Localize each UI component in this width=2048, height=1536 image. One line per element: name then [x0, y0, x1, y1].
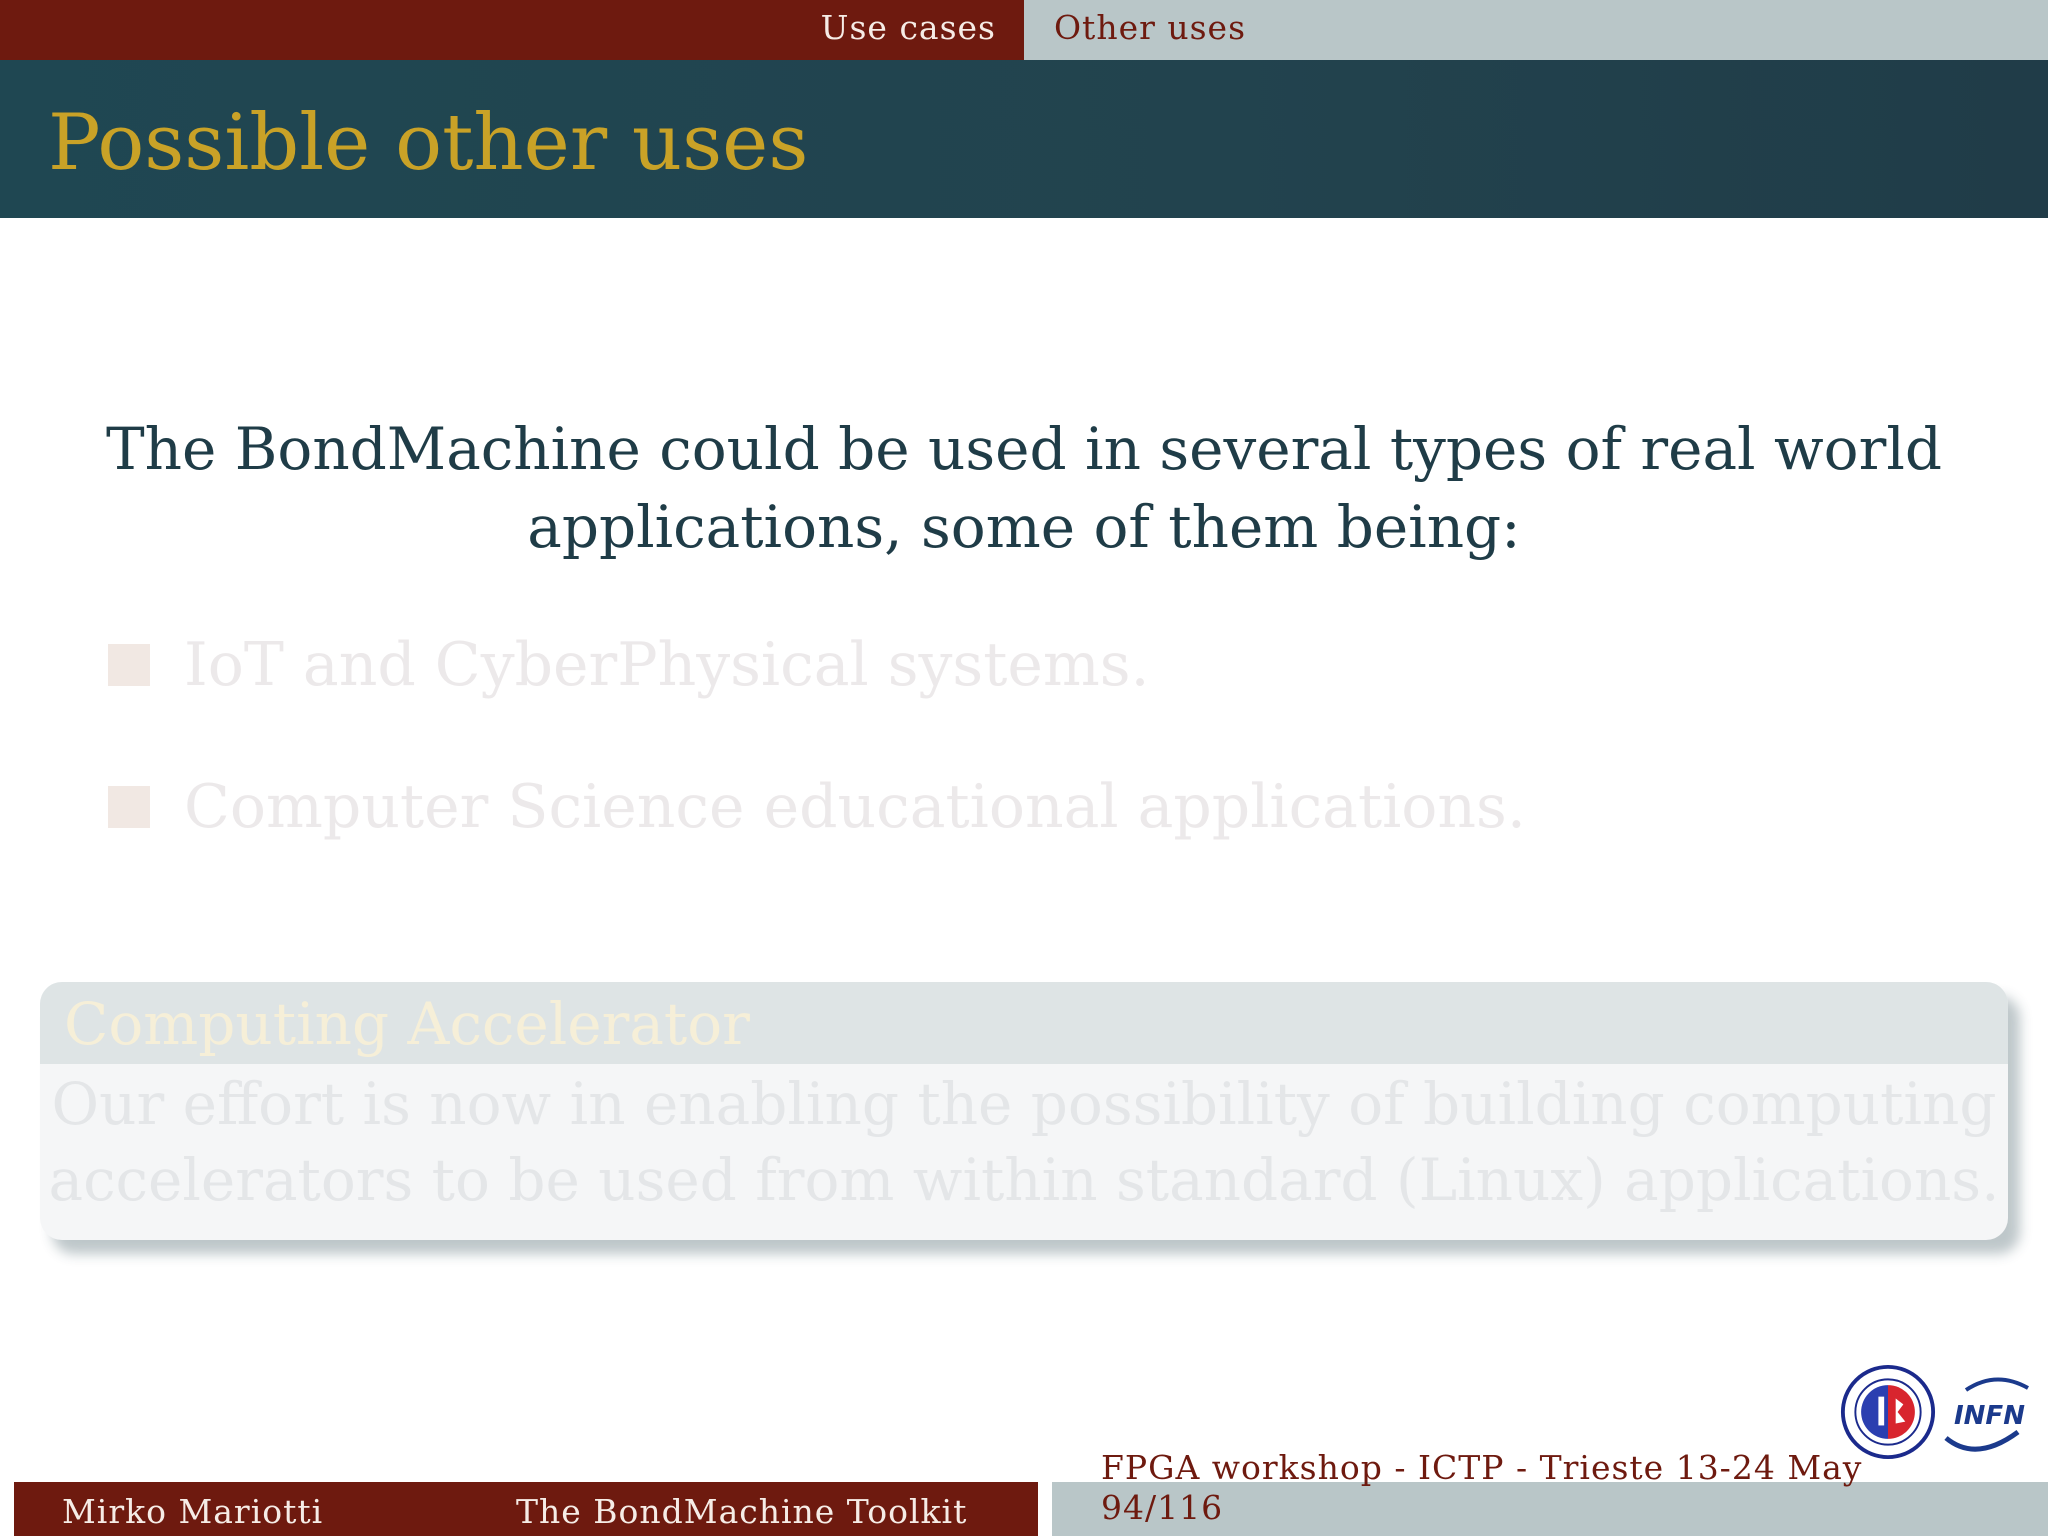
intro-line-2: applications, some of them being: — [527, 493, 1521, 561]
intro-text: The BondMachine could be used in several… — [100, 410, 1948, 566]
bullet-square-icon — [108, 644, 150, 686]
svg-text:INFN: INFN — [1954, 1401, 2025, 1431]
block-header: Computing Accelerator — [40, 982, 2008, 1064]
top-navigation-bar: Use cases Other uses — [0, 0, 2048, 60]
title-bar: Possible other uses — [0, 60, 2048, 218]
bullet-list: IoT and CyberPhysical systems. Computer … — [108, 630, 1526, 914]
footer-event: FPGA workshop - ICTP - Trieste 13-24 May — [1101, 1448, 1863, 1487]
bullet-text: IoT and CyberPhysical systems. — [184, 630, 1150, 700]
footer-left-panel: Mirko Mariotti The BondMachine Toolkit — [14, 1482, 1038, 1536]
block-title: Computing Accelerator — [64, 990, 750, 1058]
bullet-item: IoT and CyberPhysical systems. — [108, 630, 1526, 772]
footer-presentation-title: The BondMachine Toolkit — [516, 1492, 968, 1531]
block-body: Our effort is now in enabling the possib… — [40, 1064, 2008, 1218]
infn-logo: INFN — [1944, 1377, 2029, 1452]
intro-line-1: The BondMachine could be used in several… — [105, 415, 1942, 483]
nav-subsection-other-uses[interactable]: Other uses — [1054, 0, 1246, 60]
bullet-square-icon — [108, 786, 150, 828]
bullet-text: Computer Science educational application… — [184, 772, 1526, 842]
footer-event-info: FPGA workshop - ICTP - Trieste 13-24 May… — [1101, 1448, 1862, 1528]
bullet-item: Computer Science educational application… — [108, 772, 1526, 914]
computing-accelerator-block: Computing Accelerator Our effort is now … — [40, 982, 2008, 1240]
page-number: 94/116 — [1101, 1488, 1224, 1527]
nav-section-use-cases[interactable]: Use cases — [821, 0, 996, 60]
block-body-line-1: Our effort is now in enabling the possib… — [51, 1070, 1997, 1138]
block-body-line-2: accelerators to be used from within stan… — [48, 1146, 2000, 1214]
slide-title: Possible other uses — [48, 98, 809, 188]
university-seal-logo — [1840, 1364, 1936, 1460]
footer-author: Mirko Mariotti — [62, 1492, 324, 1531]
